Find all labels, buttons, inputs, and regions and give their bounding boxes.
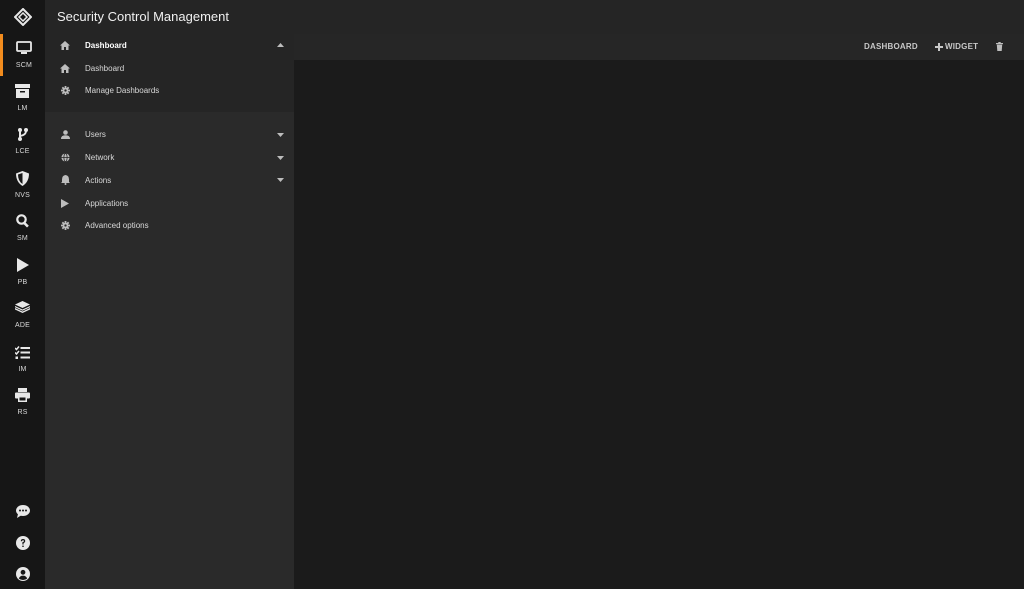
chat-icon <box>15 504 30 518</box>
branch-icon <box>15 126 31 142</box>
diamond-logo-icon <box>13 8 32 26</box>
play-icon <box>15 257 31 273</box>
rail-item-scm[interactable]: SCM <box>0 34 45 76</box>
sidebar-item-label: Dashboard <box>85 40 127 50</box>
rail-label: NVS <box>15 192 30 199</box>
sidebar-item-advanced-options[interactable]: Advanced options <box>45 215 294 238</box>
trash-icon <box>996 42 1003 51</box>
user-account-button[interactable] <box>0 563 45 585</box>
shield-icon <box>15 170 31 186</box>
sidebar: Dashboard Dashboard Manage Dashboards Us… <box>45 34 294 589</box>
rail-label: PB <box>17 279 28 286</box>
sidebar-item-label: Users <box>85 130 106 140</box>
rail-label: RS <box>17 409 28 416</box>
printer-icon <box>15 387 31 403</box>
sidebar-item-manage-dashboards[interactable]: Manage Dashboards <box>45 80 294 103</box>
rail-label: SCM <box>15 62 33 69</box>
checklist-icon <box>15 344 31 360</box>
rail-label: LM <box>17 105 28 112</box>
rail-label: SM <box>17 235 28 242</box>
rail-item-rs[interactable]: RS <box>0 381 45 423</box>
play-icon <box>60 198 70 208</box>
dashboard-button[interactable]: DASHBOARD <box>864 42 918 51</box>
app-logo[interactable] <box>0 0 45 34</box>
rail-label: ADE <box>15 322 30 329</box>
sidebar-item-label: Actions <box>85 175 112 185</box>
chat-button[interactable] <box>0 500 45 522</box>
dashboard-canvas <box>294 60 1024 589</box>
app-title: Security Control Management <box>57 9 229 24</box>
sidebar-item-label: Manage Dashboards <box>85 86 160 96</box>
home-icon <box>60 40 70 50</box>
rail-label: LCE <box>15 148 30 155</box>
delete-button[interactable] <box>996 42 1003 51</box>
globe-icon <box>60 153 70 163</box>
search-icon <box>15 213 31 229</box>
rail-item-lce[interactable]: LCE <box>0 120 45 162</box>
sidebar-item-label: Dashboard <box>85 63 125 73</box>
chevron-down-icon <box>276 155 284 161</box>
add-widget-button[interactable]: WIDGET <box>935 42 978 51</box>
rail-item-ade[interactable]: ADE <box>0 294 45 336</box>
sidebar-item-label: Network <box>85 153 115 163</box>
app-header: Security Control Management <box>45 0 1024 34</box>
user-icon <box>60 130 70 140</box>
sidebar-item-label: Applications <box>85 198 129 208</box>
sidebar-item-network[interactable]: Network <box>45 146 294 169</box>
help-icon <box>15 536 30 550</box>
bell-icon <box>60 175 70 186</box>
plus-icon <box>935 42 943 51</box>
sidebar-item-applications[interactable]: Applications <box>45 192 294 215</box>
sidebar-item-dashboard[interactable]: Dashboard <box>45 57 294 80</box>
sidebar-item-users[interactable]: Users <box>45 123 294 146</box>
rail-item-sm[interactable]: SM <box>0 207 45 249</box>
sidebar-item-actions[interactable]: Actions <box>45 169 294 192</box>
chevron-down-icon <box>276 177 284 183</box>
gear-icon <box>60 221 70 231</box>
rail-label: IM <box>18 366 27 373</box>
sidebar-item-label: Advanced options <box>85 221 149 231</box>
dashboard-group: Dashboard Dashboard Manage Dashboards <box>45 34 294 113</box>
nav-rail: SCM LM LCE NVS SM PB ADE IM RS <box>0 0 45 589</box>
rail-item-nvs[interactable]: NVS <box>0 164 45 206</box>
rail-item-pb[interactable]: PB <box>0 251 45 293</box>
chevron-down-icon <box>276 132 284 138</box>
dashboard-toolbar: DASHBOARD WIDGET <box>294 34 1024 60</box>
rail-item-lm[interactable]: LM <box>0 77 45 119</box>
sidebar-item-dashboard-header[interactable]: Dashboard <box>45 34 294 57</box>
help-button[interactable] <box>0 532 45 554</box>
archive-box-icon <box>15 83 31 99</box>
add-widget-label: WIDGET <box>945 42 979 51</box>
chevron-up-icon <box>276 42 284 48</box>
layers-icon <box>15 300 31 316</box>
monitor-icon <box>16 40 32 56</box>
home-icon <box>60 63 70 73</box>
user-account-icon <box>15 567 30 581</box>
rail-item-im[interactable]: IM <box>0 338 45 380</box>
gear-icon <box>60 86 70 96</box>
